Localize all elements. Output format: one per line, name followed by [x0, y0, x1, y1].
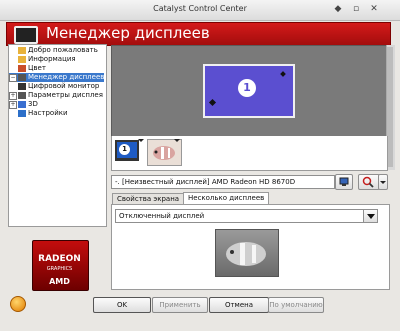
chevron-down-icon [380, 181, 386, 184]
tree-item[interactable]: +3D [9, 100, 104, 109]
tree-item[interactable]: Настройки [9, 109, 104, 118]
tree-item[interactable]: − Менеджер дисплеев [9, 73, 104, 82]
ok-button[interactable]: OK [93, 297, 151, 313]
tree-item-label: Информация [28, 55, 76, 63]
tree-item-label: Менеджер дисплеев [28, 73, 104, 81]
disabled-display-thumbnail[interactable] [147, 139, 182, 166]
collapse-icon[interactable]: − [9, 74, 17, 82]
clownfish-icon [153, 146, 175, 160]
tree-item-icon [18, 110, 26, 117]
detect-displays-button[interactable] [358, 174, 380, 190]
tree-item-icon [18, 101, 26, 108]
apply-button[interactable]: Применить [152, 297, 208, 313]
maximize-icon[interactable]: ▫ [350, 4, 362, 15]
defaults-button[interactable]: По умолчанию [268, 297, 324, 313]
expand-icon[interactable]: + [9, 101, 17, 109]
detect-dropdown-button[interactable] [378, 174, 388, 190]
clownfish-gray-icon [226, 242, 266, 266]
tree-item-icon [18, 83, 26, 90]
tree-item-icon [18, 56, 26, 63]
logo-text-radeon: RADEON [38, 254, 81, 264]
monitor-number-badge: 1 [238, 79, 256, 97]
monitor-stand-icon [115, 158, 139, 161]
tree-item-label: Цифровой монитор [28, 82, 100, 90]
tree-item-icon [18, 92, 26, 99]
tree-item[interactable]: + Параметры дисплея [9, 91, 104, 100]
tree-item-icon [18, 47, 26, 54]
tree-item-icon [18, 65, 26, 72]
thumbnail-number: 1 [119, 144, 130, 155]
monitor-settings-icon [339, 177, 349, 186]
display-info-field: -. [Неизвестный дисплей] AMD Radeon HD 8… [111, 175, 335, 189]
tree-item-label: Настройки [28, 109, 68, 117]
tree-item-label: Добро пожаловать [28, 46, 98, 54]
page-title: Менеджер дисплеев [46, 24, 210, 42]
tree-item[interactable]: Цифровой монитор [9, 82, 104, 91]
help-icon[interactable] [10, 296, 26, 312]
tree-item[interactable]: Информация [9, 55, 104, 64]
logo-text-amd: AMD [49, 277, 70, 286]
tree-item[interactable]: Добро пожаловать [9, 46, 104, 55]
display-mode-select[interactable]: Отключенный дисплей [115, 209, 367, 223]
thumbnail2-dropdown-icon[interactable] [174, 139, 180, 142]
search-icon [362, 176, 374, 188]
tree-item-label: Цвет [28, 64, 46, 72]
display-mode-dropdown-button[interactable] [363, 209, 378, 223]
tree-item[interactable]: Цвет [9, 64, 104, 73]
display-manager-icon [14, 26, 38, 45]
tree-item-icon [18, 74, 26, 81]
minimize-icon[interactable]: ◆ [332, 4, 344, 15]
tree-item-label: Параметры дисплея [28, 91, 103, 99]
chevron-down-icon [367, 214, 375, 219]
disabled-display-image [215, 229, 279, 277]
close-icon[interactable]: ✕ [368, 4, 380, 15]
cancel-button[interactable]: Отмена [209, 297, 269, 313]
thumbnail-dropdown-icon[interactable] [138, 139, 144, 142]
expand-icon[interactable]: + [9, 92, 17, 100]
logo-text-graphics: GRAPHICS [46, 266, 73, 272]
display-options-button[interactable] [335, 174, 353, 190]
tree-item-label: 3D [28, 100, 38, 108]
